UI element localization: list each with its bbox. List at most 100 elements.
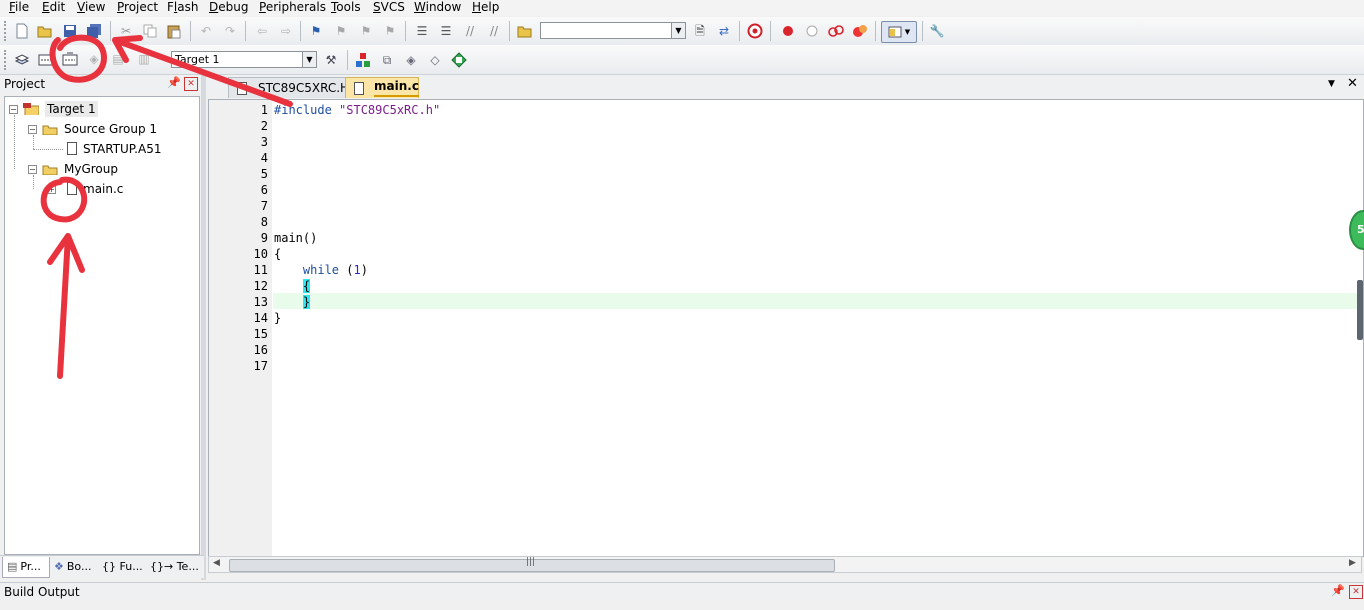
menu-help[interactable]: Help	[472, 0, 499, 14]
save-all-icon[interactable]	[86, 23, 102, 39]
indent-icon[interactable]: ☰	[414, 23, 430, 39]
insert-breakpoint-icon[interactable]	[780, 23, 796, 39]
uncomment-icon[interactable]: //	[486, 23, 502, 39]
manage-rte-icon[interactable]	[451, 52, 467, 68]
download-icon[interactable]: ▥	[136, 51, 152, 67]
line-number: 13	[253, 295, 268, 309]
menu-view[interactable]: View	[77, 0, 105, 14]
menu-svcs[interactable]: SVCS	[373, 0, 405, 14]
code-line[interactable]: {	[274, 278, 311, 294]
code-line[interactable]: }	[274, 294, 311, 310]
collapse-icon[interactable]: −	[9, 105, 18, 114]
scroll-right-icon[interactable]: ▶	[1349, 558, 1356, 568]
comment-icon[interactable]: //	[462, 23, 478, 39]
manage-multi-project-icon[interactable]: ⧉	[379, 52, 395, 68]
window-layout-button[interactable]: ▼	[881, 21, 917, 43]
navigate-forward-icon[interactable]: ⇨	[278, 23, 294, 39]
menu-debug[interactable]: Debug	[209, 0, 248, 14]
code-line[interactable]: while (1)	[274, 262, 368, 278]
collapse-icon[interactable]: −	[28, 165, 37, 174]
tab-books[interactable]: ❖ Bo...	[52, 557, 99, 577]
tab-project[interactable]: ▤ Pr...	[2, 557, 50, 578]
incremental-find-icon[interactable]: ⇄	[716, 23, 732, 39]
open-file-icon[interactable]	[37, 23, 53, 39]
code-line[interactable]: #include "STC89C5xRC.h"	[274, 102, 440, 118]
code-line[interactable]: {	[274, 246, 281, 262]
undo-icon[interactable]: ↶	[198, 23, 214, 39]
code-line[interactable]: main()	[274, 230, 317, 246]
pack-installer-icon[interactable]: ◇	[427, 52, 443, 68]
chevron-down-icon[interactable]: ▼	[302, 52, 316, 67]
close-icon[interactable]: ✕	[1349, 585, 1363, 599]
scroll-left-icon[interactable]: ◀	[213, 558, 220, 568]
tab-stc89c5xrc-h[interactable]: STC89C5XRC.H	[228, 77, 349, 98]
select-packs-icon[interactable]: ◈	[403, 52, 419, 68]
close-editor-icon[interactable]: ✕	[1347, 76, 1358, 91]
pin-icon[interactable]: 📌	[1331, 584, 1345, 597]
close-icon[interactable]: ✕	[184, 77, 198, 91]
find-in-files-icon[interactable]	[517, 23, 533, 39]
side-dock-handle[interactable]	[1357, 280, 1363, 340]
navigate-back-icon[interactable]: ⇦	[254, 23, 270, 39]
unindent-icon[interactable]: ☰	[438, 23, 454, 39]
menu-peripherals[interactable]: Peripherals	[259, 0, 326, 14]
find-combo[interactable]: ▼	[540, 22, 686, 39]
translate-icon[interactable]	[14, 51, 30, 67]
clear-bookmarks-icon[interactable]: ⚑	[382, 23, 398, 39]
cut-icon[interactable]: ✂	[118, 23, 134, 39]
horizontal-scrollbar[interactable]: ◀ ||| ▶	[208, 556, 1362, 573]
menu-window[interactable]: Window	[414, 0, 461, 14]
copy-icon[interactable]	[142, 23, 158, 39]
scroll-thumb[interactable]: |||	[229, 557, 835, 572]
folder-icon	[42, 165, 58, 175]
batch-build-icon[interactable]: ◈	[86, 51, 102, 67]
pin-icon[interactable]: 📌	[167, 76, 181, 89]
tab-list-chevron-icon[interactable]: ▼	[1328, 79, 1335, 89]
line-number: 1	[260, 103, 268, 117]
line-number: 8	[260, 215, 268, 229]
code-line[interactable]: }	[274, 310, 281, 326]
side-float-badge[interactable]: 5(	[1349, 210, 1364, 250]
stop-build-icon[interactable]: ▤	[110, 51, 126, 67]
save-icon[interactable]	[62, 23, 78, 39]
configure-icon[interactable]: 🔧	[929, 23, 945, 39]
debug-session-icon[interactable]	[747, 23, 763, 39]
menu-edit[interactable]: Edit	[42, 0, 65, 14]
menu-project[interactable]: Project	[117, 0, 158, 14]
redo-icon[interactable]: ↷	[222, 23, 238, 39]
toolbar-separator	[110, 21, 111, 41]
new-file-icon[interactable]	[14, 23, 30, 39]
kill-all-breakpoints-icon[interactable]	[852, 23, 868, 39]
collapse-icon[interactable]: −	[28, 125, 37, 134]
menu-flash[interactable]: Flash	[167, 0, 198, 14]
toolbar-grip[interactable]	[4, 21, 9, 41]
code-editor[interactable]: 1 2 3 4 5 6 7 8 9 10 11 12 13 14 15 16 17 #include "STC8…	[208, 99, 1364, 557]
project-tab-icon: ▤	[7, 560, 18, 573]
tab-templates[interactable]: {}→ Te...	[150, 557, 200, 577]
toolbar-separator	[509, 21, 510, 41]
bookmark-icon[interactable]: ⚑	[308, 23, 324, 39]
expand-icon[interactable]: +	[47, 185, 56, 194]
current-line-highlight	[273, 293, 1363, 309]
enable-breakpoint-icon[interactable]	[804, 23, 820, 39]
menu-tools[interactable]: Tools	[331, 0, 361, 14]
next-bookmark-icon[interactable]: ⚑	[358, 23, 374, 39]
target-combo[interactable]: Target 1 ▼	[171, 51, 317, 68]
tab-functions[interactable]: {} Fu...	[102, 557, 148, 577]
build-icon[interactable]	[38, 51, 54, 67]
tab-main-c[interactable]: main.c	[345, 77, 419, 98]
folder-icon	[42, 125, 58, 135]
paste-icon[interactable]	[166, 23, 182, 39]
pane-splitter[interactable]	[201, 75, 206, 580]
target-options-icon[interactable]: ⚒	[323, 52, 339, 68]
menu-file[interactable]: File	[9, 0, 29, 14]
file-extensions-icon[interactable]	[355, 52, 371, 68]
build-toolbar: ◈ ▤ ▥ Target 1 ▼ ⚒ ⧉ ◈ ◇	[0, 45, 1364, 75]
previous-bookmark-icon[interactable]: ⚑	[333, 23, 349, 39]
project-tree: − Target 1 − Source Group 1 STARTUP.A51 …	[4, 96, 200, 555]
find-icon[interactable]: 🗎	[692, 23, 708, 39]
chevron-down-icon[interactable]: ▼	[671, 23, 685, 38]
disable-all-breakpoints-icon[interactable]	[828, 23, 844, 39]
rebuild-icon[interactable]	[62, 51, 78, 67]
toolbar-grip[interactable]	[4, 50, 9, 70]
